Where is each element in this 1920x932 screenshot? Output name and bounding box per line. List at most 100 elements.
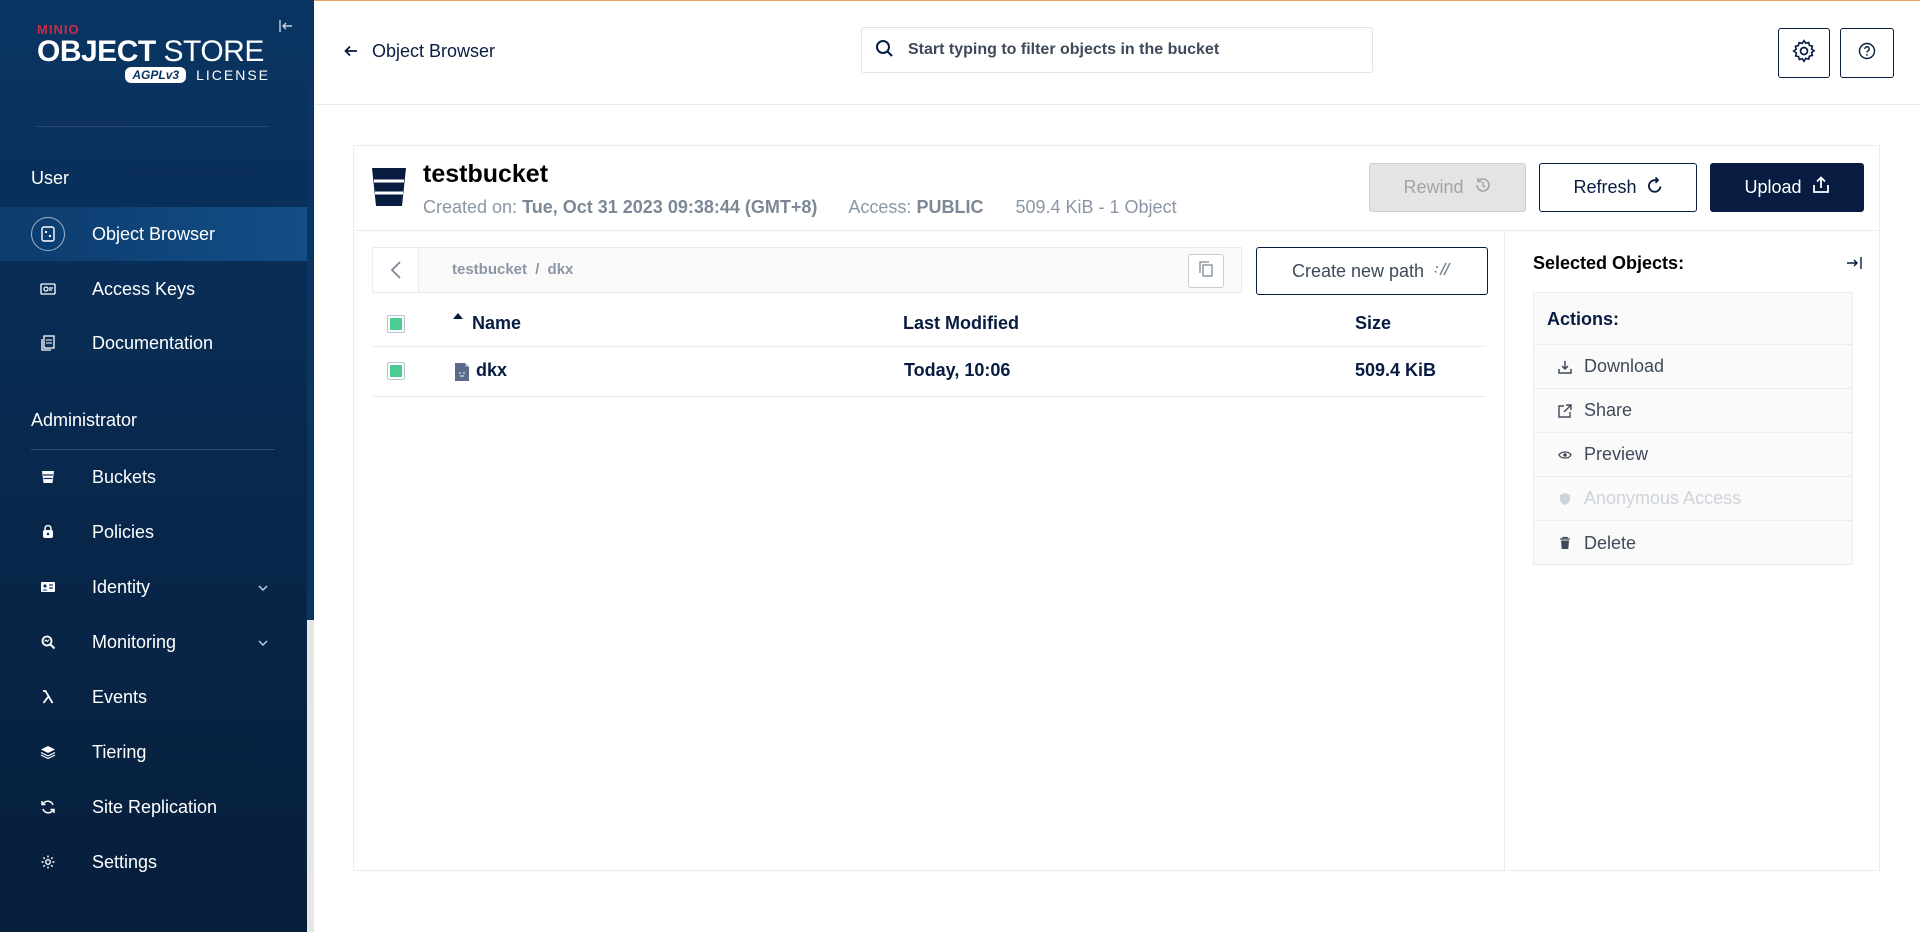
documentation-icon: [31, 326, 65, 360]
file-name[interactable]: dkx: [476, 360, 507, 381]
sidebar-item-label: Identity: [92, 576, 151, 597]
shield-icon: [1558, 492, 1572, 506]
share-icon: [1558, 403, 1572, 418]
policies-icon: [31, 515, 65, 549]
access-keys-icon: [31, 272, 65, 306]
sidebar-item-monitoring[interactable]: Monitoring: [0, 615, 307, 669]
download-action[interactable]: Download: [1534, 345, 1852, 389]
help-icon: [1858, 42, 1876, 65]
access-label: Access:: [848, 197, 912, 217]
section-administrator: Administrator: [31, 410, 138, 430]
refresh-button[interactable]: Refresh: [1539, 163, 1697, 212]
bucket-icon: [31, 460, 65, 494]
collapse-sidebar-icon[interactable]: [276, 16, 296, 36]
sidebar-item-label: Settings: [92, 851, 158, 872]
sidebar-item-site-replication[interactable]: Site Replication: [0, 780, 307, 834]
sidebar: MINIO OBJECT STORE AGPLv3 LICENSE User O…: [0, 0, 307, 932]
sidebar-item-settings[interactable]: Settings: [0, 835, 307, 889]
agpl-badge: AGPLv3: [125, 67, 187, 83]
select-all-checkbox[interactable]: [387, 315, 405, 333]
upload-icon: [1812, 176, 1830, 199]
eye-icon: [1558, 448, 1572, 462]
sidebar-item-label: Site Replication: [92, 796, 218, 817]
object-browser-icon: [31, 217, 65, 251]
replication-icon: [31, 790, 65, 824]
help-button[interactable]: [1840, 28, 1894, 78]
sidebar-item-label: Tiering: [92, 741, 147, 762]
rewind-icon: [1474, 176, 1492, 199]
sidebar-item-label: Policies: [92, 521, 155, 542]
sidebar-item-object-browser[interactable]: Object Browser: [0, 207, 307, 261]
license-label: LICENSE: [196, 67, 270, 83]
column-last-modified[interactable]: Last Modified: [903, 313, 1019, 334]
close-panel-icon[interactable]: [1843, 252, 1865, 274]
path-back-button[interactable]: [373, 248, 419, 292]
sidebar-item-identity[interactable]: Identity: [0, 560, 307, 614]
breadcrumb-folder[interactable]: dkx: [548, 261, 574, 278]
share-action[interactable]: Share: [1534, 389, 1852, 433]
sidebar-item-policies[interactable]: Policies: [0, 505, 307, 559]
row-checkbox[interactable]: [387, 362, 405, 380]
breadcrumb-bucket[interactable]: testbucket: [452, 261, 527, 278]
breadcrumb: testbucket / dkx: [452, 261, 574, 278]
sidebar-item-buckets[interactable]: Buckets: [0, 450, 307, 504]
sidebar-item-label: Documentation: [92, 332, 214, 353]
tiering-icon: [31, 735, 65, 769]
monitoring-icon: [31, 625, 65, 659]
created-label: Created on:: [423, 197, 518, 217]
sidebar-item-access-keys[interactable]: Access Keys: [0, 262, 307, 316]
selected-objects-panel: Selected Objects: Actions: Download Shar…: [1504, 232, 1879, 870]
created-value: Tue, Oct 31 2023 09:38:44 (GMT+8): [522, 197, 818, 217]
copy-path-button[interactable]: [1188, 254, 1224, 288]
column-name[interactable]: Name: [472, 313, 521, 334]
search-icon: [874, 38, 898, 62]
bucket-name: testbucket: [423, 160, 549, 188]
sidebar-scrollbar-thumb[interactable]: [307, 0, 314, 620]
upload-button[interactable]: Upload: [1710, 163, 1864, 212]
file-icon: [454, 362, 470, 382]
objects-table: Name Last Modified Size dkx Today, 10:06…: [372, 303, 1486, 397]
minio-logo: MINIO OBJECT STORE AGPLv3 LICENSE: [37, 22, 277, 94]
chevron-down-icon[interactable]: [258, 635, 272, 649]
refresh-icon: [1647, 176, 1663, 199]
anonymous-access-action: Anonymous Access: [1534, 477, 1852, 521]
lambda-icon: [31, 680, 65, 714]
bucket-panel: testbucket Created on: Tue, Oct 31 2023 …: [353, 145, 1880, 871]
section-user: User: [31, 168, 70, 188]
sort-ascending-icon[interactable]: [452, 311, 464, 323]
sidebar-item-label: Buckets: [92, 466, 157, 487]
delete-action[interactable]: Delete: [1534, 521, 1852, 565]
table-row[interactable]: dkx Today, 10:06 509.4 KiB: [372, 347, 1486, 397]
new-path-icon: [1434, 261, 1452, 282]
sidebar-item-label: Monitoring: [92, 631, 177, 652]
sidebar-item-label: Object Browser: [92, 223, 216, 244]
path-bar: testbucket / dkx: [372, 247, 1242, 293]
search-input[interactable]: [908, 41, 1348, 59]
create-new-path-button[interactable]: Create new path: [1256, 247, 1488, 295]
settings-button[interactable]: [1778, 28, 1830, 78]
sidebar-item-events[interactable]: Events: [0, 670, 307, 724]
sidebar-item-documentation[interactable]: Documentation: [0, 316, 307, 370]
bucket-summary: 509.4 KiB - 1 Object: [1015, 197, 1177, 217]
bucket-header: testbucket Created on: Tue, Oct 31 2023 …: [354, 146, 1879, 231]
settings-icon: [31, 845, 65, 879]
actions-box: Actions: Download Share Preview Anonymou…: [1533, 292, 1853, 565]
selected-objects-title: Selected Objects:: [1533, 253, 1685, 273]
preview-action[interactable]: Preview: [1534, 433, 1852, 477]
file-modified: Today, 10:06: [904, 360, 1011, 380]
arrow-left-icon: [344, 41, 358, 62]
rewind-button[interactable]: Rewind: [1369, 163, 1526, 212]
table-header: Name Last Modified Size: [372, 303, 1486, 347]
sidebar-item-label: Access Keys: [92, 278, 196, 299]
identity-icon: [31, 570, 65, 604]
logo-title: OBJECT STORE: [37, 35, 264, 68]
column-size[interactable]: Size: [1355, 313, 1391, 334]
actions-title: Actions:: [1534, 293, 1852, 345]
search-box[interactable]: [861, 27, 1373, 73]
chevron-down-icon[interactable]: [258, 580, 272, 594]
bucket-meta: Created on: Tue, Oct 31 2023 09:38:44 (G…: [423, 197, 1177, 218]
copy-icon: [1199, 260, 1213, 282]
sidebar-item-tiering[interactable]: Tiering: [0, 725, 307, 779]
back-to-object-browser[interactable]: Object Browser: [344, 41, 495, 62]
sidebar-item-label: Events: [92, 686, 148, 707]
